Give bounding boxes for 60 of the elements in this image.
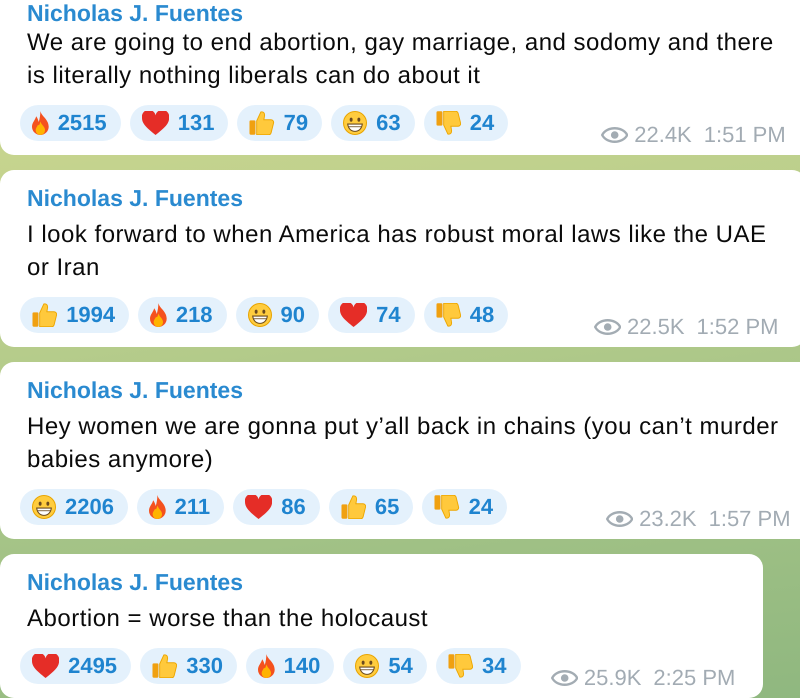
message-text: Abortion = worse than the holocaust [27,604,428,634]
sender-name: Nicholas J. Fuentes [27,376,244,404]
view-count: 25.9K [584,666,642,690]
fire-icon [32,111,49,135]
message-time: 1:57 PM [708,507,791,531]
reaction-button[interactable]: 24 [424,105,508,141]
reaction-button[interactable]: 90 [236,297,320,333]
thumbs-down-icon [448,654,474,678]
reaction-button[interactable]: 330 [140,648,237,684]
thumbs-up-icon [152,654,178,678]
reaction-button[interactable]: 2206 [20,489,128,525]
reaction-button[interactable]: 79 [237,105,322,141]
reaction-button[interactable]: 65 [328,489,414,525]
reaction-button[interactable]: 140 [246,648,334,684]
fire-icon [148,495,166,519]
view-count: 22.4K [634,123,692,147]
reaction-button[interactable]: 86 [233,489,320,525]
thumbs-up-icon [32,303,58,327]
view-count: 22.5K [627,315,685,339]
reaction-button[interactable]: 24 [422,489,508,525]
eye-icon [594,319,622,335]
thumbs-up-icon [249,111,275,135]
message-text: I look forward to when America has robust moral laws like the UAE or Iran [27,220,766,283]
thumbs-down-icon [436,111,461,135]
reaction-button[interactable]: 1994 [20,297,130,333]
sender-name: Nicholas J. Fuentes [27,184,244,212]
eye-icon [600,127,628,143]
eye-icon [550,670,578,686]
sender-name: Nicholas J. Fuentes [27,0,244,26]
eye-icon [606,511,634,527]
grinning-face-icon [32,495,56,519]
message-text: We are going to end abortion, gay marriage, and sodomy and there is literally nothing liberals can do about it [27,28,774,91]
reaction-button[interactable]: 2495 [20,648,132,684]
grinning-face-icon [343,111,368,135]
grinning-face-icon [355,654,380,678]
reaction-button[interactable]: 34 [436,648,521,684]
fire-icon [150,303,167,327]
heart-icon [340,303,368,327]
message-text: Hey women we are gonna put y’all back in chains (you can’t murder babies anymore) [27,412,779,475]
thumbs-down-icon [434,495,460,519]
fire-icon [258,654,275,678]
reaction-button[interactable]: 218 [138,297,227,333]
grinning-face-icon [248,303,272,327]
reaction-button[interactable]: 48 [424,297,508,333]
reaction-button[interactable]: 74 [328,297,415,333]
reaction-button[interactable]: 131 [130,105,228,141]
thumbs-up-icon [340,495,366,519]
view-count: 23.2K [639,507,697,531]
message-time: 2:25 PM [653,666,736,690]
heart-icon [245,495,272,519]
message-time: 1:52 PM [696,315,778,339]
heart-icon [142,111,169,135]
reaction-button[interactable]: 211 [136,489,224,525]
message-time: 1:51 PM [704,123,786,147]
heart-icon [32,654,60,678]
reaction-button[interactable]: 2515 [20,105,121,141]
reaction-button[interactable]: 54 [343,648,427,684]
reaction-button[interactable]: 63 [331,105,415,141]
sender-name: Nicholas J. Fuentes [27,568,244,596]
thumbs-down-icon [436,303,461,327]
